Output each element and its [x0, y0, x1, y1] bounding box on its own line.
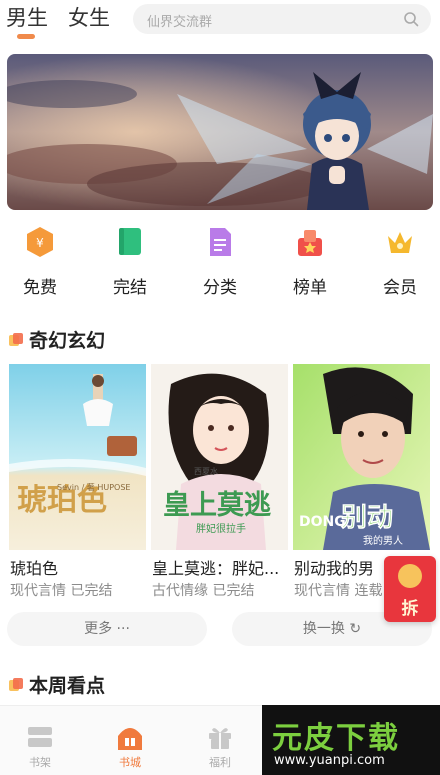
gift-icon — [209, 728, 231, 749]
section-title: 奇幻玄幻 — [29, 330, 106, 352]
promo-banner[interactable] — [7, 54, 433, 210]
nav-completed[interactable]: 完结 — [98, 226, 162, 298]
tab-male[interactable]: 男生 — [6, 2, 48, 32]
watermark-logo-text: 元皮下载 — [272, 721, 400, 756]
cover-sub: 我的男人 — [363, 534, 403, 547]
banner-illustration — [7, 54, 433, 210]
search-placeholder: 仙界交流群 — [147, 15, 213, 30]
red-envelope-label: 拆 — [401, 599, 419, 619]
book-title: 琥珀色 — [10, 559, 59, 578]
more-button[interactable]: 更多 ··· — [7, 612, 207, 646]
cover-en: DONG — [299, 514, 346, 530]
cover-author: 西夏水 — [194, 466, 218, 476]
book-card[interactable]: 琥珀色 Sevin / 著 HUPOSE 琥珀色 现代言情 已完结 — [9, 364, 149, 604]
free-icon: ¥ — [27, 227, 53, 257]
bookstore-icon — [118, 728, 142, 750]
nav-vip[interactable]: 会员 — [368, 226, 432, 298]
cover-sub: 胖妃很拉手 — [196, 522, 246, 535]
active-tab-indicator — [17, 34, 35, 39]
top-bar: 男生 女生 仙界交流群 — [0, 0, 440, 44]
cover-title: 皇上莫逃 — [163, 490, 271, 521]
tab-welfare[interactable]: 福利 — [190, 724, 250, 772]
watermark: 元皮下载 www.yuanpi.com — [262, 705, 440, 775]
watermark-url: www.yuanpi.com — [274, 753, 385, 768]
section-title: 本周看点 — [29, 675, 106, 697]
tab-label: 书城 — [119, 756, 141, 769]
search-input[interactable]: 仙界交流群 — [133, 4, 431, 34]
nav-label-ranking: 榜单 — [293, 278, 327, 298]
book-card[interactable]: 西夏水 皇上莫逃 胖妃很拉手 皇上莫逃：胖妃... 古代情缘 已完结 — [151, 364, 291, 604]
red-envelope-button[interactable]: 拆 — [384, 556, 436, 622]
tab-label: 福利 — [209, 756, 231, 769]
book-cover[interactable]: 西夏水 皇上莫逃 胖妃很拉手 — [151, 364, 288, 550]
book-meta: 古代情缘 已完结 — [152, 583, 255, 599]
book-title: 皇上莫逃：胖妃... — [152, 559, 280, 578]
nav-category[interactable]: 分类 — [188, 226, 252, 298]
nav-free[interactable]: ¥ 免费 — [8, 226, 72, 298]
book-meta: 现代言情 已完结 — [10, 583, 113, 599]
section-header-weekly: 本周看点 — [9, 671, 209, 697]
vip-crown-icon — [388, 232, 412, 253]
bookshelf-icon — [28, 727, 52, 747]
svg-text:¥: ¥ — [36, 236, 44, 250]
nav-label-vip: 会员 — [383, 278, 417, 298]
search-icon[interactable] — [403, 11, 419, 27]
book-cover[interactable]: DONG 别动 我的男人 — [293, 364, 430, 550]
nav-ranking[interactable]: 榜单 — [278, 226, 342, 298]
book-cover[interactable]: 琥珀色 Sevin / 著 HUPOSE — [9, 364, 146, 550]
category-icon — [210, 228, 231, 256]
tab-female[interactable]: 女生 — [68, 2, 110, 32]
section-icon — [9, 678, 23, 691]
nav-label-category: 分类 — [203, 278, 237, 298]
tab-bookshelf[interactable]: 书架 — [10, 724, 70, 772]
tab-label: 书架 — [29, 756, 51, 769]
book-complete-icon — [119, 228, 141, 255]
nav-label-completed: 完结 — [113, 278, 147, 298]
coin-icon — [398, 564, 422, 588]
section-icon — [9, 333, 23, 346]
cover-title: 别动 — [340, 503, 393, 533]
nav-label-free: 免费 — [23, 278, 57, 298]
section-header-fantasy: 奇幻玄幻 — [9, 326, 209, 352]
ranking-icon — [298, 230, 322, 256]
tab-bookstore[interactable]: 书城 — [100, 724, 160, 772]
cover-sub: Sevin / 著 HUPOSE — [57, 482, 130, 492]
